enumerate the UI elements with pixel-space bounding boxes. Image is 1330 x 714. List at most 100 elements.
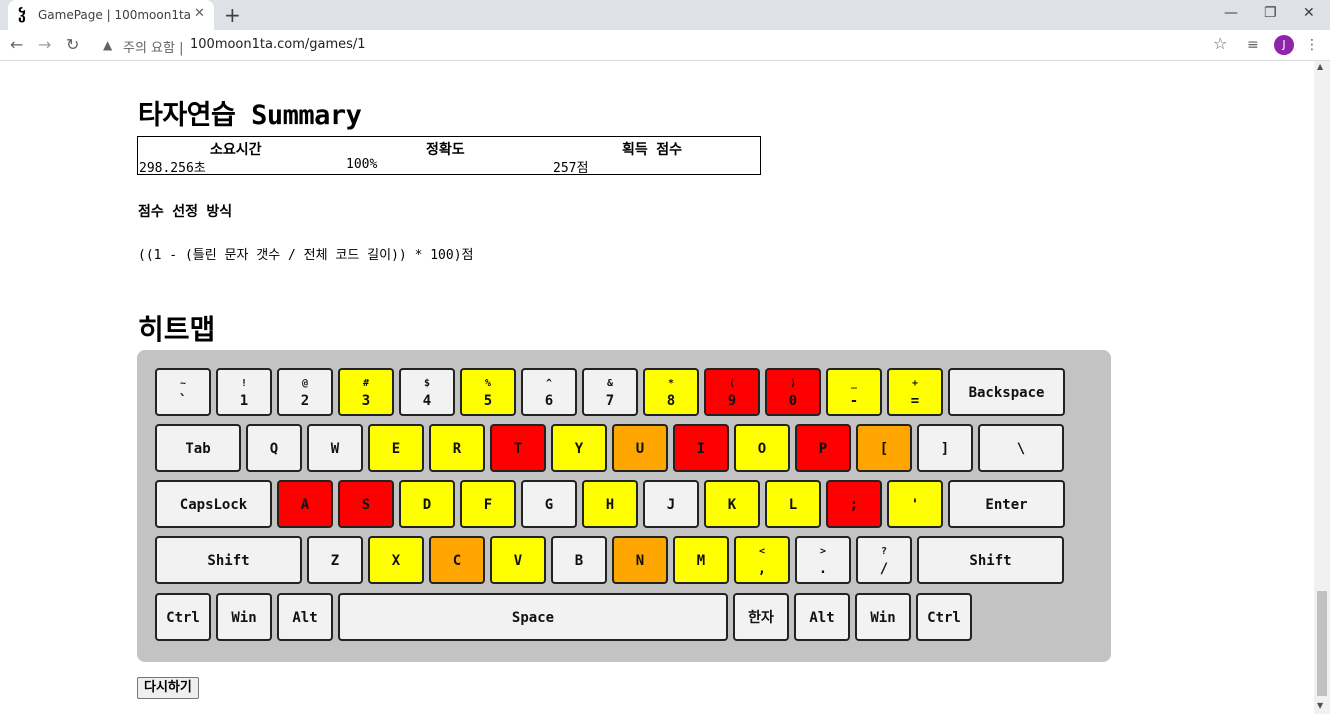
- profile-avatar[interactable]: J: [1274, 35, 1294, 55]
- key-label: K: [727, 497, 737, 513]
- key-6: ^ 6: [521, 368, 577, 416]
- page-title: 타자연습 Summary: [138, 100, 362, 131]
- key-comma: <,: [734, 536, 790, 584]
- key-main-label: /: [879, 561, 889, 577]
- menu-dots-icon[interactable]: ⋮: [1305, 36, 1319, 54]
- key-equals: + =: [887, 368, 943, 416]
- key-semicolon: ;: [826, 480, 882, 528]
- key-shift-label: +: [911, 378, 919, 389]
- vertical-scrollbar[interactable]: ▲ ▼: [1314, 61, 1330, 714]
- tab-strip: ჴ GamePage | 100moon1ta ✕ + — ❐ ✕: [0, 0, 1330, 30]
- key-z: Z: [307, 536, 363, 584]
- key-minus: _ -: [826, 368, 882, 416]
- key-label: Win: [870, 610, 896, 626]
- key-v: V: [490, 536, 546, 584]
- key-label: P: [818, 441, 828, 457]
- key-label: Ctrl: [927, 610, 961, 626]
- key-3: #3: [338, 368, 394, 416]
- key-j: J: [643, 480, 699, 528]
- scroll-up-arrow-icon[interactable]: ▲: [1317, 62, 1323, 71]
- key-label: \: [1016, 441, 1026, 457]
- key-0: ) 0: [765, 368, 821, 416]
- forward-arrow-icon[interactable]: →: [38, 36, 51, 54]
- close-tab-icon[interactable]: ✕: [194, 6, 205, 22]
- key-shift-label: @: [301, 378, 309, 389]
- bookmark-star-icon[interactable]: ☆: [1213, 35, 1227, 53]
- key-label: F: [483, 497, 493, 513]
- key-4: $4: [399, 368, 455, 416]
- key-ctrl: Ctrl: [155, 593, 211, 641]
- restore-window-icon[interactable]: ❐: [1264, 4, 1277, 22]
- key-label: Win: [231, 610, 257, 626]
- key-backtick: ~ `: [155, 368, 211, 416]
- scrollbar-thumb[interactable]: [1317, 591, 1327, 696]
- warning-triangle-icon[interactable]: ▲: [103, 37, 112, 53]
- key-label: X: [391, 553, 401, 569]
- page-content: 타자연습 Summary 소요시간 정확도 획득 점수 298.256초 100…: [0, 61, 1314, 714]
- scoring-method-title: 점수 선정 방식: [138, 204, 233, 220]
- key-label: C: [452, 553, 462, 569]
- key-w: W: [307, 424, 363, 472]
- key-h: H: [582, 480, 638, 528]
- key-label: W: [330, 441, 340, 457]
- summary-table: 소요시간 정확도 획득 점수 298.256초 100% 257점: [137, 136, 761, 176]
- address-bar-url[interactable]: 100moon1ta.com/games/1: [190, 37, 366, 52]
- key-lbracket: [: [856, 424, 912, 472]
- key-label: J: [666, 497, 676, 513]
- key-label: Q: [269, 441, 279, 457]
- key-shift-label: %: [484, 378, 492, 389]
- minimize-window-icon[interactable]: —: [1224, 4, 1238, 22]
- key-label: G: [544, 497, 554, 513]
- key-i: I: [673, 424, 729, 472]
- key-label: N: [635, 553, 645, 569]
- key-label: ]: [940, 441, 950, 457]
- key-a: A: [277, 480, 333, 528]
- key-e: E: [368, 424, 424, 472]
- reload-icon[interactable]: ↻: [66, 36, 79, 54]
- key-main-label: 2: [300, 393, 310, 409]
- security-warning-label[interactable]: 주의 요함 |: [123, 37, 184, 56]
- key-f: F: [460, 480, 516, 528]
- key-label: ': [910, 497, 920, 513]
- key-label: R: [452, 441, 462, 457]
- key-main-label: 8: [666, 393, 676, 409]
- close-window-icon[interactable]: ✕: [1303, 4, 1315, 22]
- key-label: D: [422, 497, 432, 513]
- summary-value-time: 298.256초: [139, 161, 206, 176]
- key-rbracket: ]: [917, 424, 973, 472]
- key-enter: Enter: [948, 480, 1065, 528]
- back-arrow-icon[interactable]: ←: [10, 36, 23, 54]
- key-win: Win: [216, 593, 272, 641]
- reading-list-icon[interactable]: ≡: [1247, 36, 1259, 54]
- browser-tab[interactable]: ჴ GamePage | 100moon1ta ✕: [8, 0, 214, 30]
- key-period: >.: [795, 536, 851, 584]
- key-label: A: [300, 497, 310, 513]
- summary-header-accuracy: 정확도: [426, 142, 465, 158]
- key-slash: ? /: [856, 536, 912, 584]
- key-d: D: [399, 480, 455, 528]
- key-label: Z: [330, 553, 340, 569]
- retry-button[interactable]: 다시하기: [137, 677, 199, 699]
- key-shift-label: $: [423, 378, 431, 389]
- key-y: Y: [551, 424, 607, 472]
- browser-toolbar: ← → ↻ ▲ 주의 요함 | 100moon1ta.com/games/1 ☆…: [0, 30, 1330, 61]
- scroll-down-arrow-icon[interactable]: ▼: [1317, 701, 1323, 710]
- key-shift-label: ?: [880, 546, 888, 557]
- key-9: (9: [704, 368, 760, 416]
- key-label: Y: [574, 441, 584, 457]
- summary-header-time: 소요시간: [210, 142, 262, 158]
- key-main-label: 1: [239, 393, 249, 409]
- key-quote: ': [887, 480, 943, 528]
- key-main-label: 5: [483, 393, 493, 409]
- key-label: 한자: [748, 610, 774, 626]
- key-label: Backspace: [968, 385, 1045, 401]
- summary-header-score: 획득 점수: [622, 142, 682, 158]
- key-space: Space: [338, 593, 728, 641]
- new-tab-button[interactable]: +: [224, 4, 241, 26]
- heatmap-keyboard: ~ `! 1 @2 #3 $4% 5 ^ 6 & 7 * 8(9) 0 _ - + = Backspace Tab Q W…: [137, 350, 1111, 662]
- key-label: Alt: [809, 610, 835, 626]
- key-o: O: [734, 424, 790, 472]
- key-label: B: [574, 553, 584, 569]
- key-shift-label: &: [606, 378, 614, 389]
- key-main-label: 0: [788, 393, 798, 409]
